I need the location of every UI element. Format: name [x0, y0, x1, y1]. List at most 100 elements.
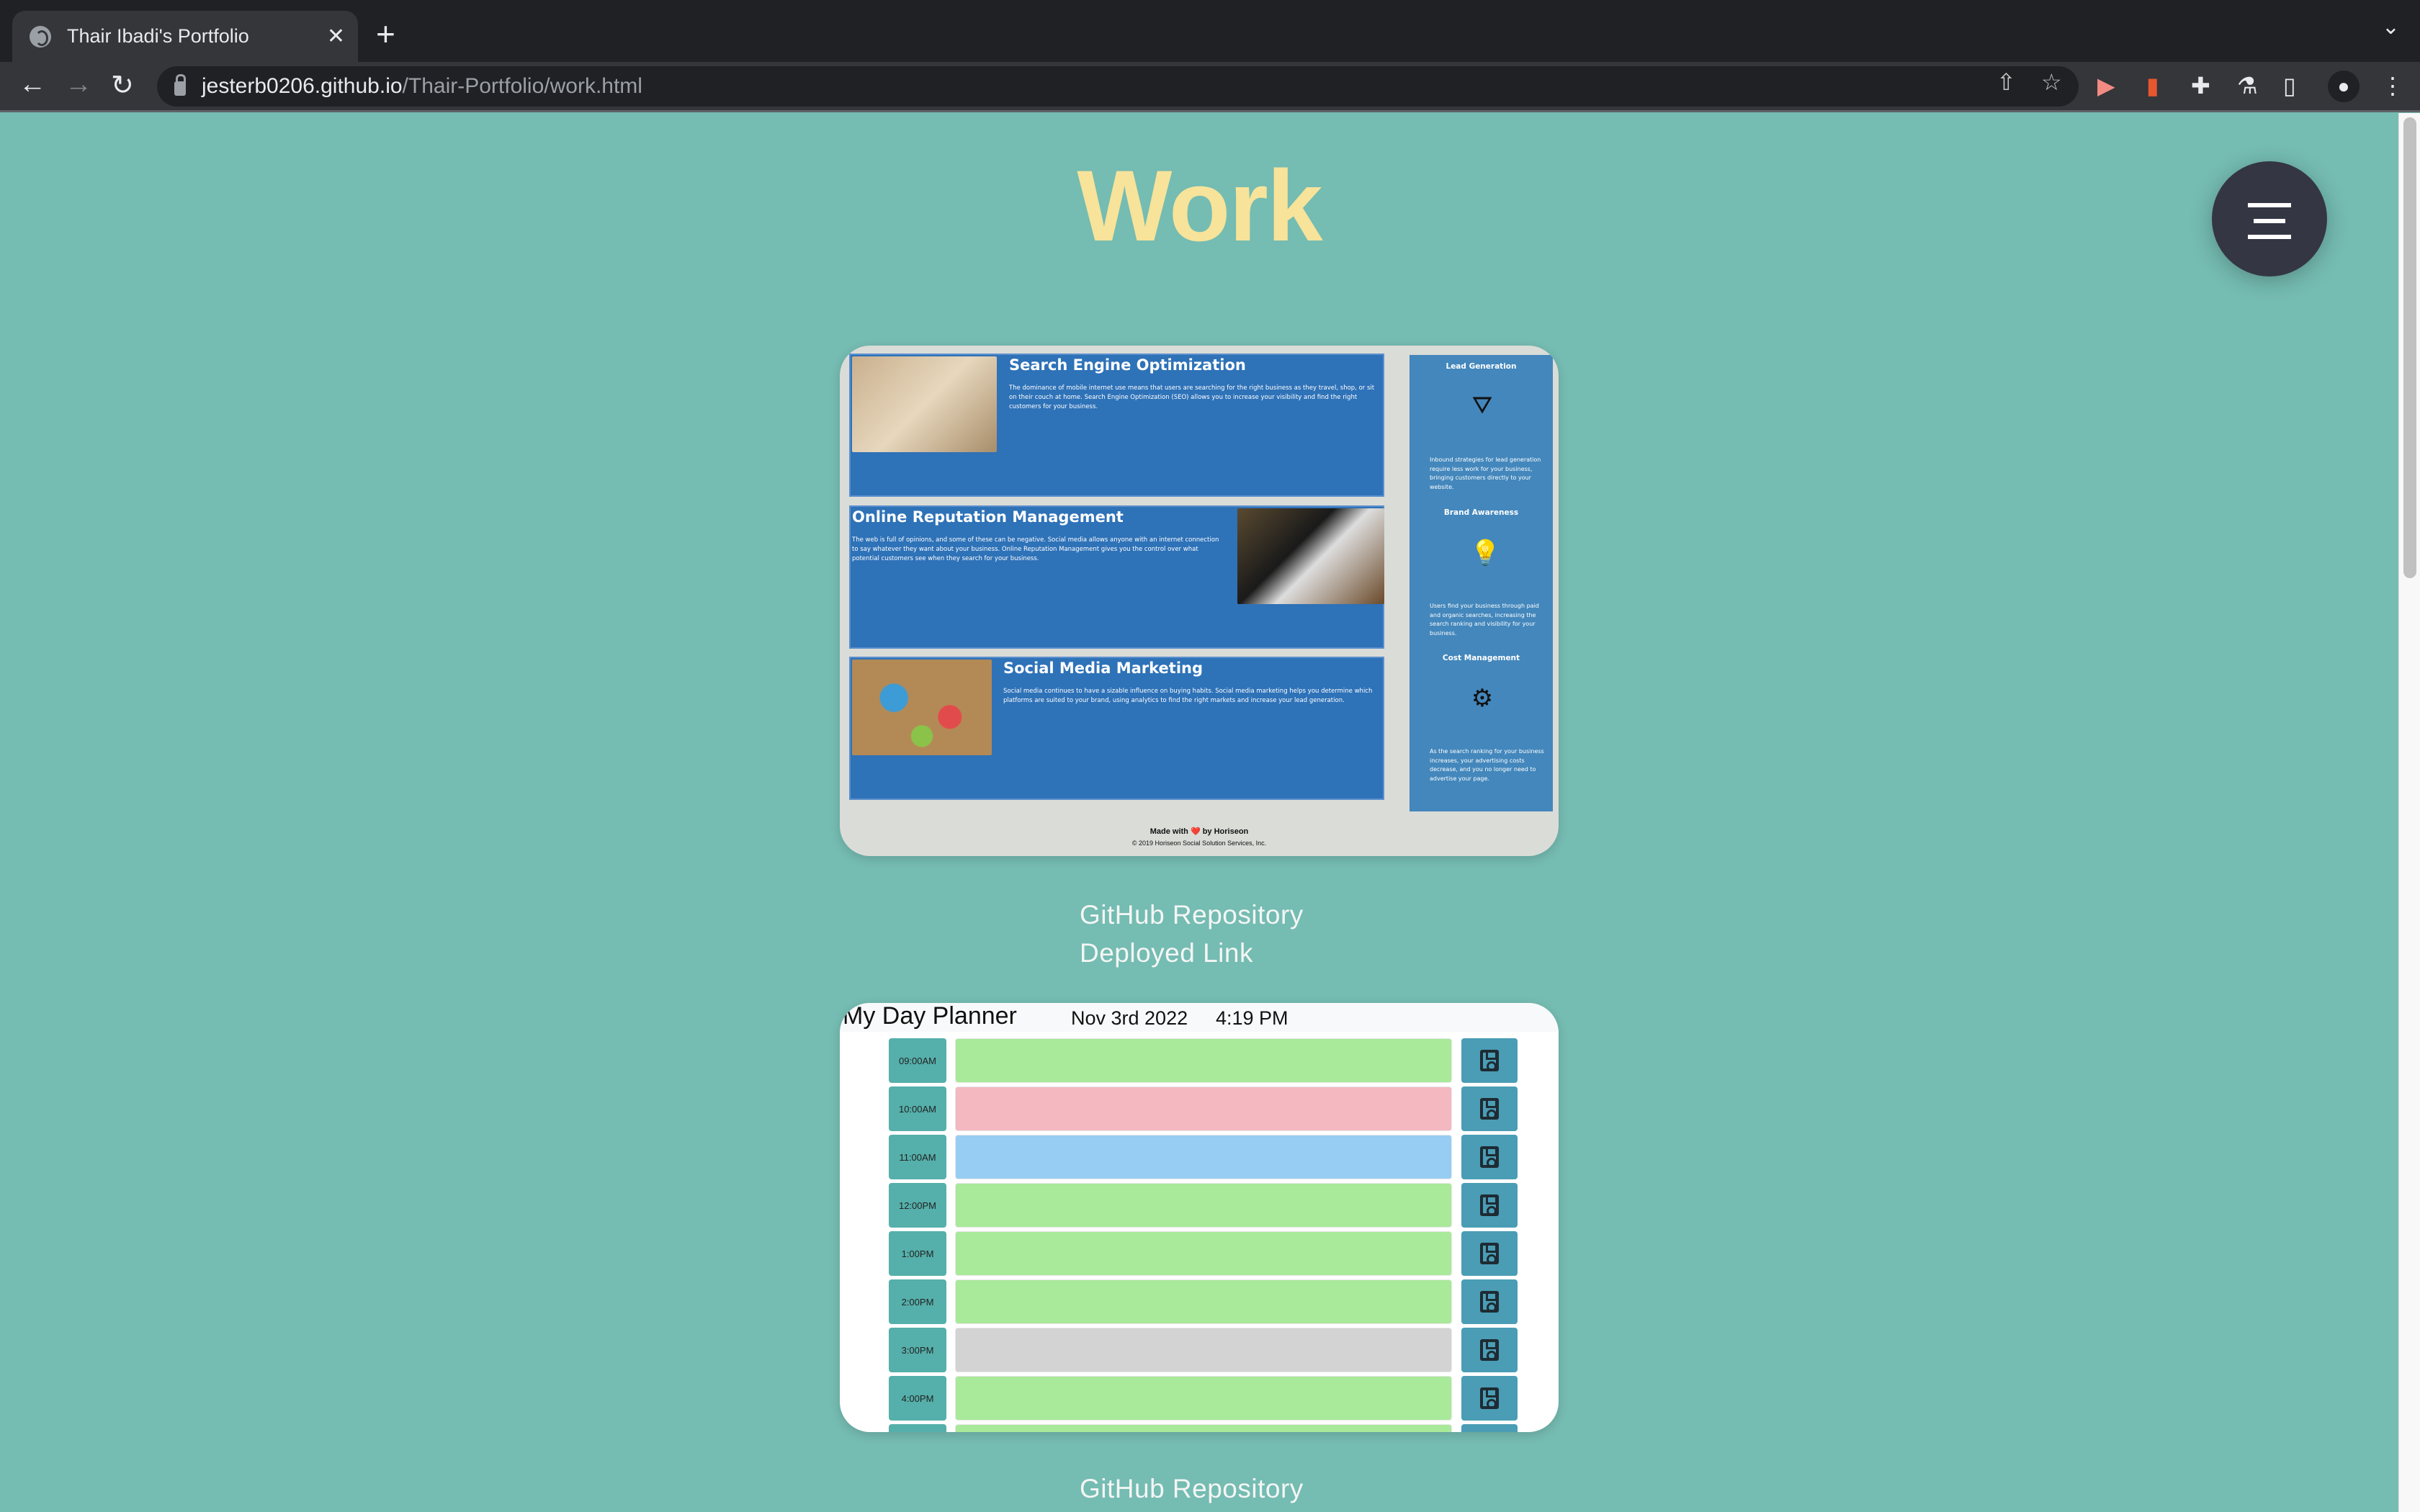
hour-label: 3:00PM [889, 1328, 946, 1372]
extensions-puzzle-icon[interactable]: ✚ [2191, 72, 2210, 99]
save-disk-icon [1480, 1387, 1499, 1409]
scrollbar[interactable] [2398, 113, 2420, 1512]
reload-icon[interactable]: ↻ [111, 69, 134, 102]
section-text: The web is full of opinions, and some of… [852, 536, 1219, 562]
hour-label: 4:00PM [889, 1376, 946, 1421]
event-textarea[interactable] [955, 1231, 1452, 1276]
save-button[interactable] [1461, 1376, 1518, 1421]
lightbulb-broadcast-icon: 💡 [1470, 539, 1501, 567]
time-block-row: 4:00PM [889, 1376, 1518, 1421]
benefits-sidebar: Lead Generation ⛛ Inbound strategies for… [1410, 355, 1553, 811]
event-textarea[interactable] [955, 1279, 1452, 1324]
funnel-gear-icon: ⛛ [1471, 391, 1493, 420]
chevron-down-icon[interactable]: ⌄ [2382, 14, 2400, 40]
scrollbar-thumb[interactable] [2403, 117, 2416, 578]
benefit-text: Users find your business through paid an… [1430, 603, 1539, 636]
hour-label: 2:00PM [889, 1279, 946, 1324]
deployed-link[interactable]: Deployed Link [1080, 938, 1253, 968]
forward-icon[interactable]: → [65, 69, 92, 100]
section-title: Social Media Marketing [1003, 660, 1204, 677]
time-block-row: 5:00PM [889, 1424, 1518, 1432]
hour-label: 12:00PM [889, 1183, 946, 1228]
save-disk-icon [1480, 1243, 1499, 1264]
section-text: The dominance of mobile internet use mea… [1009, 384, 1375, 410]
time-block-row: 2:00PM [889, 1279, 1518, 1324]
lighthouse-icon[interactable]: ▮ [2146, 72, 2159, 99]
social-media-image [852, 660, 992, 755]
benefit-title: Cost Management [1442, 654, 1520, 662]
event-textarea[interactable] [955, 1183, 1452, 1228]
profile-avatar-icon[interactable]: ● [2328, 71, 2360, 102]
browser-toolbar: ← → ↻ jesterb0206.github.io/Thair-Portfo… [0, 62, 2420, 112]
save-button[interactable] [1461, 1424, 1518, 1432]
save-button[interactable] [1461, 1231, 1518, 1276]
save-disk-icon [1480, 1194, 1499, 1216]
hour-label: 10:00AM [889, 1086, 946, 1131]
benefit-text: As the search ranking for your business … [1430, 748, 1544, 782]
side-panel-icon[interactable]: ▯ [2283, 72, 2296, 99]
event-textarea[interactable] [955, 1328, 1452, 1372]
save-button[interactable] [1461, 1183, 1518, 1228]
gear-coins-icon: ⚙ [1471, 684, 1494, 713]
planner-date: Nov 3rd 2022 [1071, 1007, 1188, 1029]
seo-section: Search Engine Optimization The dominance… [849, 354, 1384, 497]
event-textarea[interactable] [955, 1376, 1452, 1421]
tab-title: Thair Ibadi's Portfolio [67, 25, 249, 47]
hamburger-menu-button[interactable] [2212, 161, 2327, 276]
footer-made-with: Made with ❤️ by Horiseon [1150, 827, 1249, 836]
url-path: /Thair-Portfolio/work.html [402, 74, 642, 98]
browser-tab[interactable]: Thair Ibadi's Portfolio ✕ [12, 11, 358, 62]
project-screenshot-day-planner[interactable]: My Day Planner Nov 3rd 2022 4:19 PM 09:0… [840, 1003, 1559, 1432]
save-disk-icon [1480, 1050, 1499, 1071]
more-menu-icon[interactable]: ⋮ [2381, 72, 2404, 99]
event-textarea[interactable] [955, 1424, 1452, 1432]
planner-header: My Day Planner Nov 3rd 2022 4:19 PM [840, 1003, 1559, 1032]
time-block-row: 11:00AM [889, 1135, 1518, 1179]
tab-strip: Thair Ibadi's Portfolio ✕ + ⌄ [0, 0, 2420, 62]
footer-copyright: © 2019 Horiseon Social Solution Services… [1131, 840, 1267, 847]
hour-label: 5:00PM [889, 1424, 946, 1432]
save-button[interactable] [1461, 1279, 1518, 1324]
close-tab-icon[interactable]: ✕ [327, 24, 345, 49]
save-button[interactable] [1461, 1135, 1518, 1179]
project-screenshot-horiseon[interactable]: Search Engine Optimization The dominance… [840, 346, 1559, 856]
back-icon[interactable]: ← [19, 69, 46, 100]
globe-icon [30, 25, 51, 48]
event-textarea[interactable] [955, 1038, 1452, 1083]
time-block-row: 10:00AM [889, 1086, 1518, 1131]
time-block-row: 12:00PM [889, 1183, 1518, 1228]
time-block-row: 09:00AM [889, 1038, 1518, 1083]
event-textarea[interactable] [955, 1086, 1452, 1131]
hour-label: 1:00PM [889, 1231, 946, 1276]
benefit-title: Lead Generation [1446, 362, 1517, 371]
page-title: Work [1077, 149, 1322, 262]
save-button[interactable] [1461, 1038, 1518, 1083]
planner-title: My Day Planner [843, 1003, 1017, 1030]
save-disk-icon [1480, 1146, 1499, 1168]
github-repository-link[interactable]: GitHub Repository [1080, 1474, 1304, 1504]
save-disk-icon [1480, 1339, 1499, 1361]
hour-label: 09:00AM [889, 1038, 946, 1083]
new-tab-button[interactable]: + [376, 14, 395, 53]
bookmark-star-icon[interactable]: ☆ [2041, 68, 2062, 96]
hour-label: 11:00AM [889, 1135, 946, 1179]
save-disk-icon [1480, 1291, 1499, 1313]
planner-time: 4:19 PM [1216, 1007, 1289, 1029]
seo-image [852, 356, 997, 452]
benefit-text: Inbound strategies for lead generation r… [1430, 456, 1541, 490]
event-textarea[interactable] [955, 1135, 1452, 1179]
labs-flask-icon[interactable]: ⚗ [2237, 72, 2258, 99]
reputation-image [1237, 508, 1384, 604]
save-button[interactable] [1461, 1086, 1518, 1131]
save-button[interactable] [1461, 1328, 1518, 1372]
benefit-title: Brand Awareness [1443, 508, 1519, 517]
address-bar[interactable]: jesterb0206.github.io/Thair-Portfolio/wo… [157, 66, 2079, 107]
section-text: Social media continues to have a sizable… [1003, 688, 1373, 704]
github-repository-link[interactable]: GitHub Repository [1080, 900, 1304, 930]
section-title: Online Reputation Management [852, 508, 1124, 526]
share-icon[interactable]: ⇧ [1996, 68, 2016, 96]
extension-video-icon[interactable]: ▶ [2097, 72, 2115, 99]
url-host: jesterb0206.github.io [202, 74, 403, 98]
time-block-row: 1:00PM [889, 1231, 1518, 1276]
reputation-section: Online Reputation Management The web is … [849, 505, 1384, 649]
